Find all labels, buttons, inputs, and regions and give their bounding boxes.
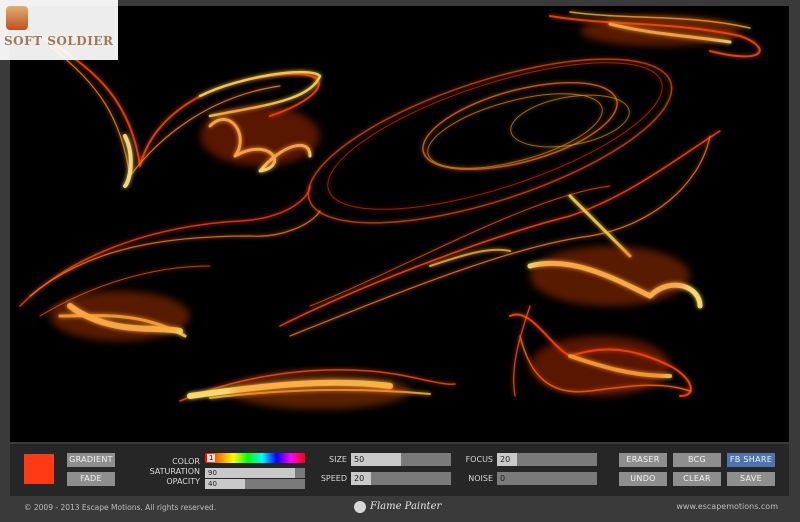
color-slider[interactable]: 1 [205, 453, 305, 463]
saturation-fill [205, 468, 295, 478]
focus-slider[interactable]: 20 [497, 453, 597, 466]
save-button[interactable]: SAVE [727, 472, 775, 486]
focus-label: FOCUS [465, 455, 493, 464]
watermark: SOFT SOLDIER [0, 0, 118, 60]
size-value: 50 [354, 455, 365, 464]
speed-value: 20 [354, 474, 365, 483]
copyright-text: © 2009 - 2013 Escape Motions. All rights… [24, 503, 217, 512]
opacity-slider[interactable]: 40 [205, 479, 305, 489]
color-label: COLOR [172, 457, 200, 466]
undo-button[interactable]: UNDO [619, 472, 667, 486]
clear-button[interactable]: CLEAR [673, 472, 721, 486]
color-value: 1 [207, 454, 216, 462]
flame-painter-logo-icon [354, 501, 366, 513]
focus-value: 20 [500, 455, 511, 464]
noise-slider[interactable]: 0 [497, 472, 597, 485]
speed-label: SPEED [320, 474, 347, 483]
noise-value: 0 [500, 474, 506, 483]
watermark-text: SOFT SOLDIER [4, 34, 114, 48]
size-label: SIZE [329, 455, 347, 464]
noise-label: NOISE [468, 474, 493, 483]
paint-canvas[interactable] [10, 6, 789, 442]
color-swatch[interactable] [24, 454, 54, 484]
brand-name: Flame Painter [370, 501, 442, 512]
fb-share-button[interactable]: FB SHARE [727, 453, 775, 467]
bcg-button[interactable]: BCG [673, 453, 721, 467]
gradient-button[interactable]: GRADIENT [67, 453, 115, 467]
saturation-label: SATURATION [149, 467, 200, 476]
opacity-label: OPACITY [166, 477, 200, 486]
saturation-value: 90 [208, 469, 217, 477]
saturation-slider[interactable]: 90 [205, 468, 305, 478]
size-slider[interactable]: 50 [351, 453, 451, 466]
soldier-logo-icon [6, 6, 28, 30]
app-frame: SOFT SOLDIER GRADIENT FADE COLOR 1 SATUR… [0, 0, 800, 522]
flame-strokes [19, 11, 761, 409]
speed-slider[interactable]: 20 [351, 472, 451, 485]
fade-button[interactable]: FADE [67, 472, 115, 486]
control-panel: GRADIENT FADE COLOR 1 SATURATION 90 OPAC… [10, 444, 789, 496]
eraser-button[interactable]: ERASER [619, 453, 667, 467]
website-link[interactable]: www.escapemotions.com [676, 502, 778, 511]
opacity-value: 40 [208, 480, 217, 488]
